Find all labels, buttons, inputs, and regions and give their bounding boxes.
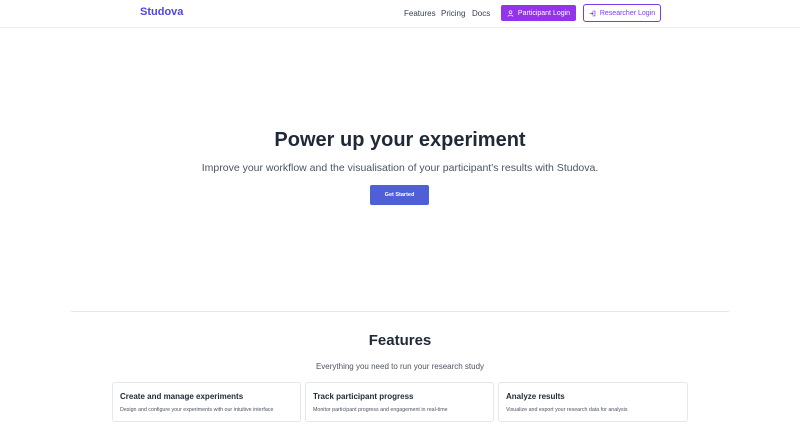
researcher-login-label: Researcher Login — [599, 9, 656, 17]
features-title: Features — [368, 332, 432, 349]
get-started-button[interactable]: Get Started — [370, 185, 429, 205]
feature-card-title: Create and manage experiments — [120, 392, 244, 401]
feature-card-track: Track participant progress Monitor parti… — [305, 382, 494, 422]
nav-link-pricing[interactable]: Pricing — [441, 9, 465, 18]
top-navbar: Studova Features Pricing Docs Participan… — [0, 0, 800, 28]
login-icon — [589, 10, 596, 17]
user-icon — [507, 9, 514, 17]
feature-card-description: Monitor participant progress and engagem… — [313, 407, 448, 413]
section-divider — [71, 311, 729, 312]
feature-card-analyze: Analyze results Visualize and export you… — [498, 382, 688, 422]
feature-card-title: Track participant progress — [313, 392, 414, 401]
nav-link-features[interactable]: Features — [404, 9, 436, 18]
feature-card-description: Design and configure your experiments wi… — [120, 407, 274, 413]
participant-login-button[interactable]: Participant Login — [501, 5, 576, 21]
researcher-login-button[interactable]: Researcher Login — [583, 4, 661, 22]
feature-card-description: Visualize and export your research data … — [506, 407, 628, 413]
hero-subtitle: Improve your workflow and the visualisat… — [201, 162, 599, 174]
feature-card-create: Create and manage experiments Design and… — [112, 382, 301, 422]
features-subtitle: Everything you need to run your research… — [315, 362, 485, 371]
feature-card-title: Analyze results — [506, 392, 565, 401]
participant-login-label: Participant Login — [517, 9, 571, 17]
brand-logo[interactable]: Studova — [140, 6, 183, 18]
hero-title: Power up your experiment — [274, 129, 526, 151]
nav-link-docs[interactable]: Docs — [472, 9, 490, 18]
